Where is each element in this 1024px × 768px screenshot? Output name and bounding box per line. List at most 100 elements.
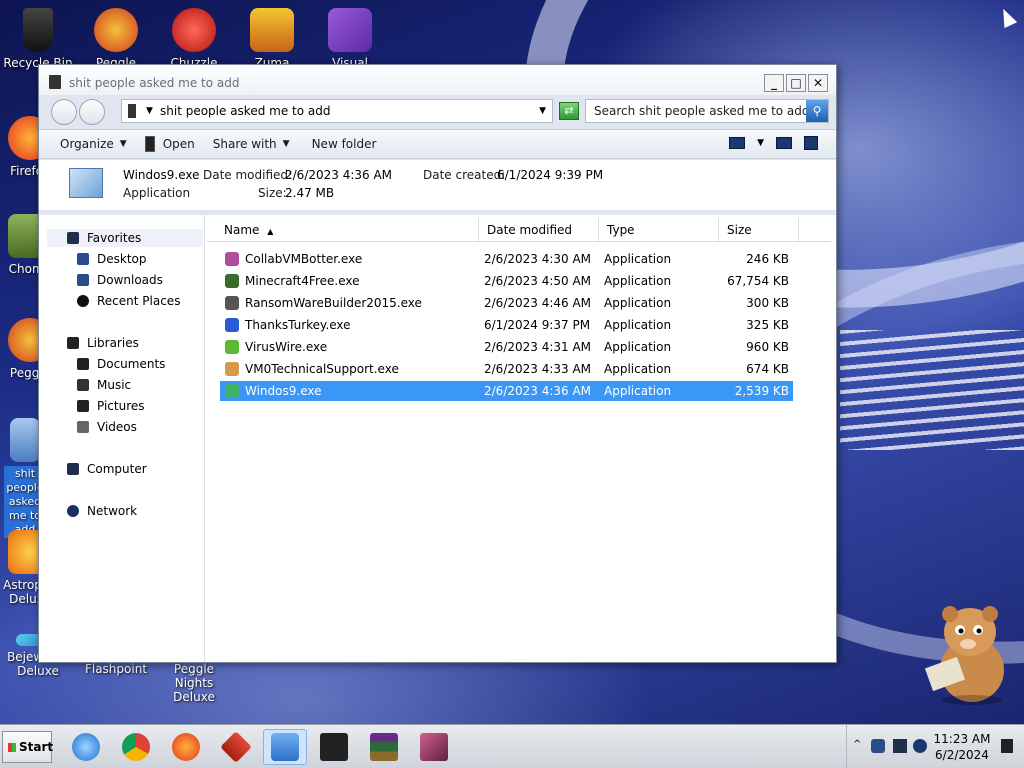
preview-pane-icon[interactable] bbox=[776, 137, 792, 149]
taskbar-media-app[interactable] bbox=[412, 729, 456, 765]
volume-icon[interactable] bbox=[913, 739, 927, 753]
nav-label: Pictures bbox=[97, 399, 145, 413]
column-extra[interactable] bbox=[799, 218, 831, 242]
explorer-icon bbox=[271, 733, 299, 761]
open-button[interactable]: Open bbox=[144, 136, 195, 152]
taskbar: Start ^ 11:23 AM 6/2/2024 bbox=[0, 724, 1024, 768]
file-date: 2/6/2023 4:36 AM bbox=[484, 384, 592, 398]
change-view-icon[interactable] bbox=[729, 137, 746, 149]
taskbar-explorer[interactable] bbox=[263, 729, 307, 765]
red-box-app-icon bbox=[220, 731, 252, 763]
chevron-down-icon: ▼ bbox=[282, 139, 290, 149]
taskbar-terminal[interactable] bbox=[312, 729, 356, 765]
address-dropdown-icon[interactable]: ▼ bbox=[539, 106, 546, 116]
search-icon[interactable]: ⚲ bbox=[806, 100, 828, 122]
organize-button[interactable]: Organize ▼ bbox=[60, 137, 127, 151]
nav-item-recent-places[interactable]: Recent Places bbox=[77, 294, 180, 308]
minimize-button[interactable]: _ bbox=[764, 74, 784, 92]
desktop-icon-chuzzle[interactable]: Chuzzle bbox=[156, 8, 232, 70]
file-icon bbox=[225, 384, 239, 398]
nav-item-computer[interactable]: Computer bbox=[67, 462, 147, 476]
file-date: 2/6/2023 4:30 AM bbox=[484, 252, 592, 266]
address-path: shit people asked me to add bbox=[160, 104, 331, 118]
maximize-button[interactable]: □ bbox=[786, 74, 806, 92]
file-name: Minecraft4Free.exe bbox=[245, 274, 360, 288]
file-size: 325 KB bbox=[746, 318, 789, 332]
chrome-icon bbox=[122, 733, 150, 761]
file-size: 67,754 KB bbox=[727, 274, 789, 288]
table-row[interactable]: Minecraft4Free.exe 2/6/2023 4:50 AM Appl… bbox=[220, 271, 793, 291]
file-name: VM0TechnicalSupport.exe bbox=[245, 362, 399, 376]
desktop-icon bbox=[77, 253, 89, 265]
table-row-selected[interactable]: Windos9.exe 2/6/2023 4:36 AM Application… bbox=[220, 381, 793, 401]
table-row[interactable]: VirusWire.exe 2/6/2023 4:31 AM Applicati… bbox=[220, 337, 793, 357]
share-with-label: Share with bbox=[212, 137, 277, 151]
column-type[interactable]: Type bbox=[599, 218, 719, 242]
column-date-modified[interactable]: Date modified bbox=[479, 218, 599, 242]
clock-date: 6/2/2024 bbox=[935, 748, 989, 762]
nav-item-pictures[interactable]: Pictures bbox=[77, 399, 145, 413]
folder-icon bbox=[128, 104, 136, 118]
new-folder-button[interactable]: New folder bbox=[312, 137, 377, 151]
taskbar-firefox[interactable] bbox=[164, 729, 208, 765]
nav-item-network[interactable]: Network bbox=[67, 504, 137, 518]
table-row[interactable]: ThanksTurkey.exe 6/1/2024 9:37 PM Applic… bbox=[220, 315, 793, 335]
help-icon[interactable] bbox=[804, 136, 818, 150]
videos-icon bbox=[77, 421, 89, 433]
file-name: CollabVMBotter.exe bbox=[245, 252, 363, 266]
show-hidden-icons-icon[interactable]: ^ bbox=[853, 739, 867, 753]
file-icon bbox=[225, 362, 239, 376]
column-name[interactable]: Name ▲ bbox=[207, 218, 479, 242]
file-list[interactable]: Name ▲ Date modified Type Size CollabVMB… bbox=[207, 215, 836, 662]
security-shield-icon[interactable] bbox=[871, 739, 885, 753]
forward-button[interactable] bbox=[79, 99, 105, 125]
view-options-chevron-icon[interactable]: ▼ bbox=[757, 138, 764, 148]
taskbar-ie[interactable] bbox=[64, 729, 108, 765]
refresh-icon[interactable]: ⇄ bbox=[559, 102, 579, 120]
table-row[interactable]: CollabVMBotter.exe 2/6/2023 4:30 AM Appl… bbox=[220, 249, 793, 269]
taskbar-clock[interactable]: 11:23 AM 6/2/2024 bbox=[929, 731, 995, 763]
nav-item-libraries[interactable]: Libraries bbox=[67, 336, 139, 350]
taskbar-winrar[interactable] bbox=[362, 729, 406, 765]
desktop-icon-flashpoint[interactable]: Flashpoint bbox=[78, 662, 154, 676]
file-icon bbox=[225, 340, 239, 354]
desktop-icon-peggle-nights[interactable]: Peggle Nights Deluxe bbox=[156, 662, 232, 704]
address-bar[interactable]: ▼ shit people asked me to add ▼ bbox=[121, 99, 553, 123]
table-row[interactable]: VM0TechnicalSupport.exe 2/6/2023 4:33 AM… bbox=[220, 359, 793, 379]
recent-places-icon bbox=[77, 295, 89, 307]
nav-item-desktop[interactable]: Desktop bbox=[77, 252, 147, 266]
visual-studio-icon bbox=[328, 8, 372, 52]
network-tray-icon[interactable] bbox=[893, 739, 907, 753]
notification-icon[interactable] bbox=[1001, 739, 1013, 753]
file-icon bbox=[225, 318, 239, 332]
nav-label: Network bbox=[87, 504, 138, 518]
chuzzle-icon bbox=[172, 8, 216, 52]
nav-item-documents[interactable]: Documents bbox=[77, 357, 165, 371]
taskbar-chrome[interactable] bbox=[114, 729, 158, 765]
peggle-icon bbox=[94, 8, 138, 52]
explorer-window[interactable]: shit people asked me to add _ □ ✕ ▼ shit… bbox=[38, 64, 837, 663]
file-name: Windos9.exe bbox=[245, 384, 322, 398]
desktop-icon-recycle-bin[interactable]: Recycle Bin bbox=[0, 8, 76, 70]
breadcrumb-caret-icon[interactable]: ▼ bbox=[146, 106, 153, 116]
nav-item-videos[interactable]: Videos bbox=[77, 420, 137, 434]
file-type: Application bbox=[604, 318, 672, 332]
file-date: 2/6/2023 4:33 AM bbox=[484, 362, 592, 376]
taskbar-red-app[interactable] bbox=[214, 729, 258, 765]
navigation-pane[interactable]: Favorites Desktop Downloads Recent Place… bbox=[39, 215, 205, 662]
start-button[interactable]: Start bbox=[2, 731, 53, 763]
search-placeholder: Search shit people asked me to add bbox=[594, 104, 810, 118]
nav-item-downloads[interactable]: Downloads bbox=[77, 273, 163, 287]
title-bar[interactable]: shit people asked me to add _ □ ✕ bbox=[39, 65, 836, 95]
table-row[interactable]: RansomWareBuilder2015.exe 2/6/2023 4:46 … bbox=[220, 293, 793, 313]
column-size[interactable]: Size bbox=[719, 218, 799, 242]
internet-explorer-icon bbox=[72, 733, 100, 761]
back-button[interactable] bbox=[51, 99, 77, 125]
share-with-button[interactable]: Share with ▼ bbox=[213, 137, 290, 151]
nav-item-music[interactable]: Music bbox=[77, 378, 131, 392]
details-size: 2.47 MB bbox=[285, 186, 335, 200]
search-input[interactable]: Search shit people asked me to add ⚲ bbox=[585, 99, 829, 123]
nav-item-favorites[interactable]: Favorites bbox=[67, 231, 141, 245]
close-button[interactable]: ✕ bbox=[808, 74, 828, 92]
command-bar: Organize ▼ Open Share with ▼ New folder ▼ bbox=[39, 129, 836, 159]
